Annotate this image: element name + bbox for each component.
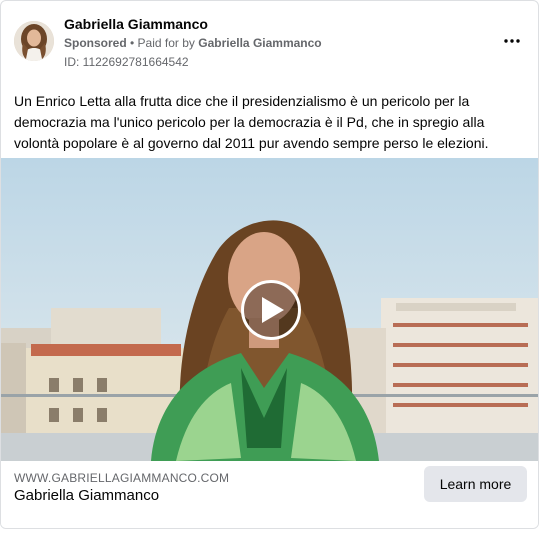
avatar[interactable] [14,21,54,61]
learn-more-button[interactable]: Learn more [424,466,527,502]
more-options-button[interactable] [500,29,524,53]
three-dots-icon [504,39,520,43]
meta-separator: • [126,36,138,50]
sponsored-line: Sponsored • Paid for by Gabriella Giamma… [64,36,322,50]
link-domain[interactable]: WWW.GABRIELLAGIAMMANCO.COM [14,471,229,485]
sponsored-label: Sponsored [64,36,127,50]
play-button[interactable] [241,280,301,340]
video-player[interactable] [1,158,538,461]
ad-id: ID: 1122692781664542 [64,55,189,69]
payer-name: Gabriella Giammanco [198,36,322,50]
link-headline[interactable]: Gabriella Giammanco [14,487,159,504]
paid-for-label: Paid for by [137,36,199,50]
play-icon [262,297,284,323]
ad-footer[interactable]: WWW.GABRIELLAGIAMMANCO.COM Gabriella Gia… [1,461,538,528]
ad-header: Gabriella Giammanco Sponsored • Paid for… [1,1,538,81]
ad-card: Gabriella Giammanco Sponsored • Paid for… [0,0,539,529]
avatar-image [14,21,54,61]
ad-body-text: Un Enrico Letta alla frutta dice che il … [14,93,489,151]
page-name[interactable]: Gabriella Giammanco [64,16,208,32]
